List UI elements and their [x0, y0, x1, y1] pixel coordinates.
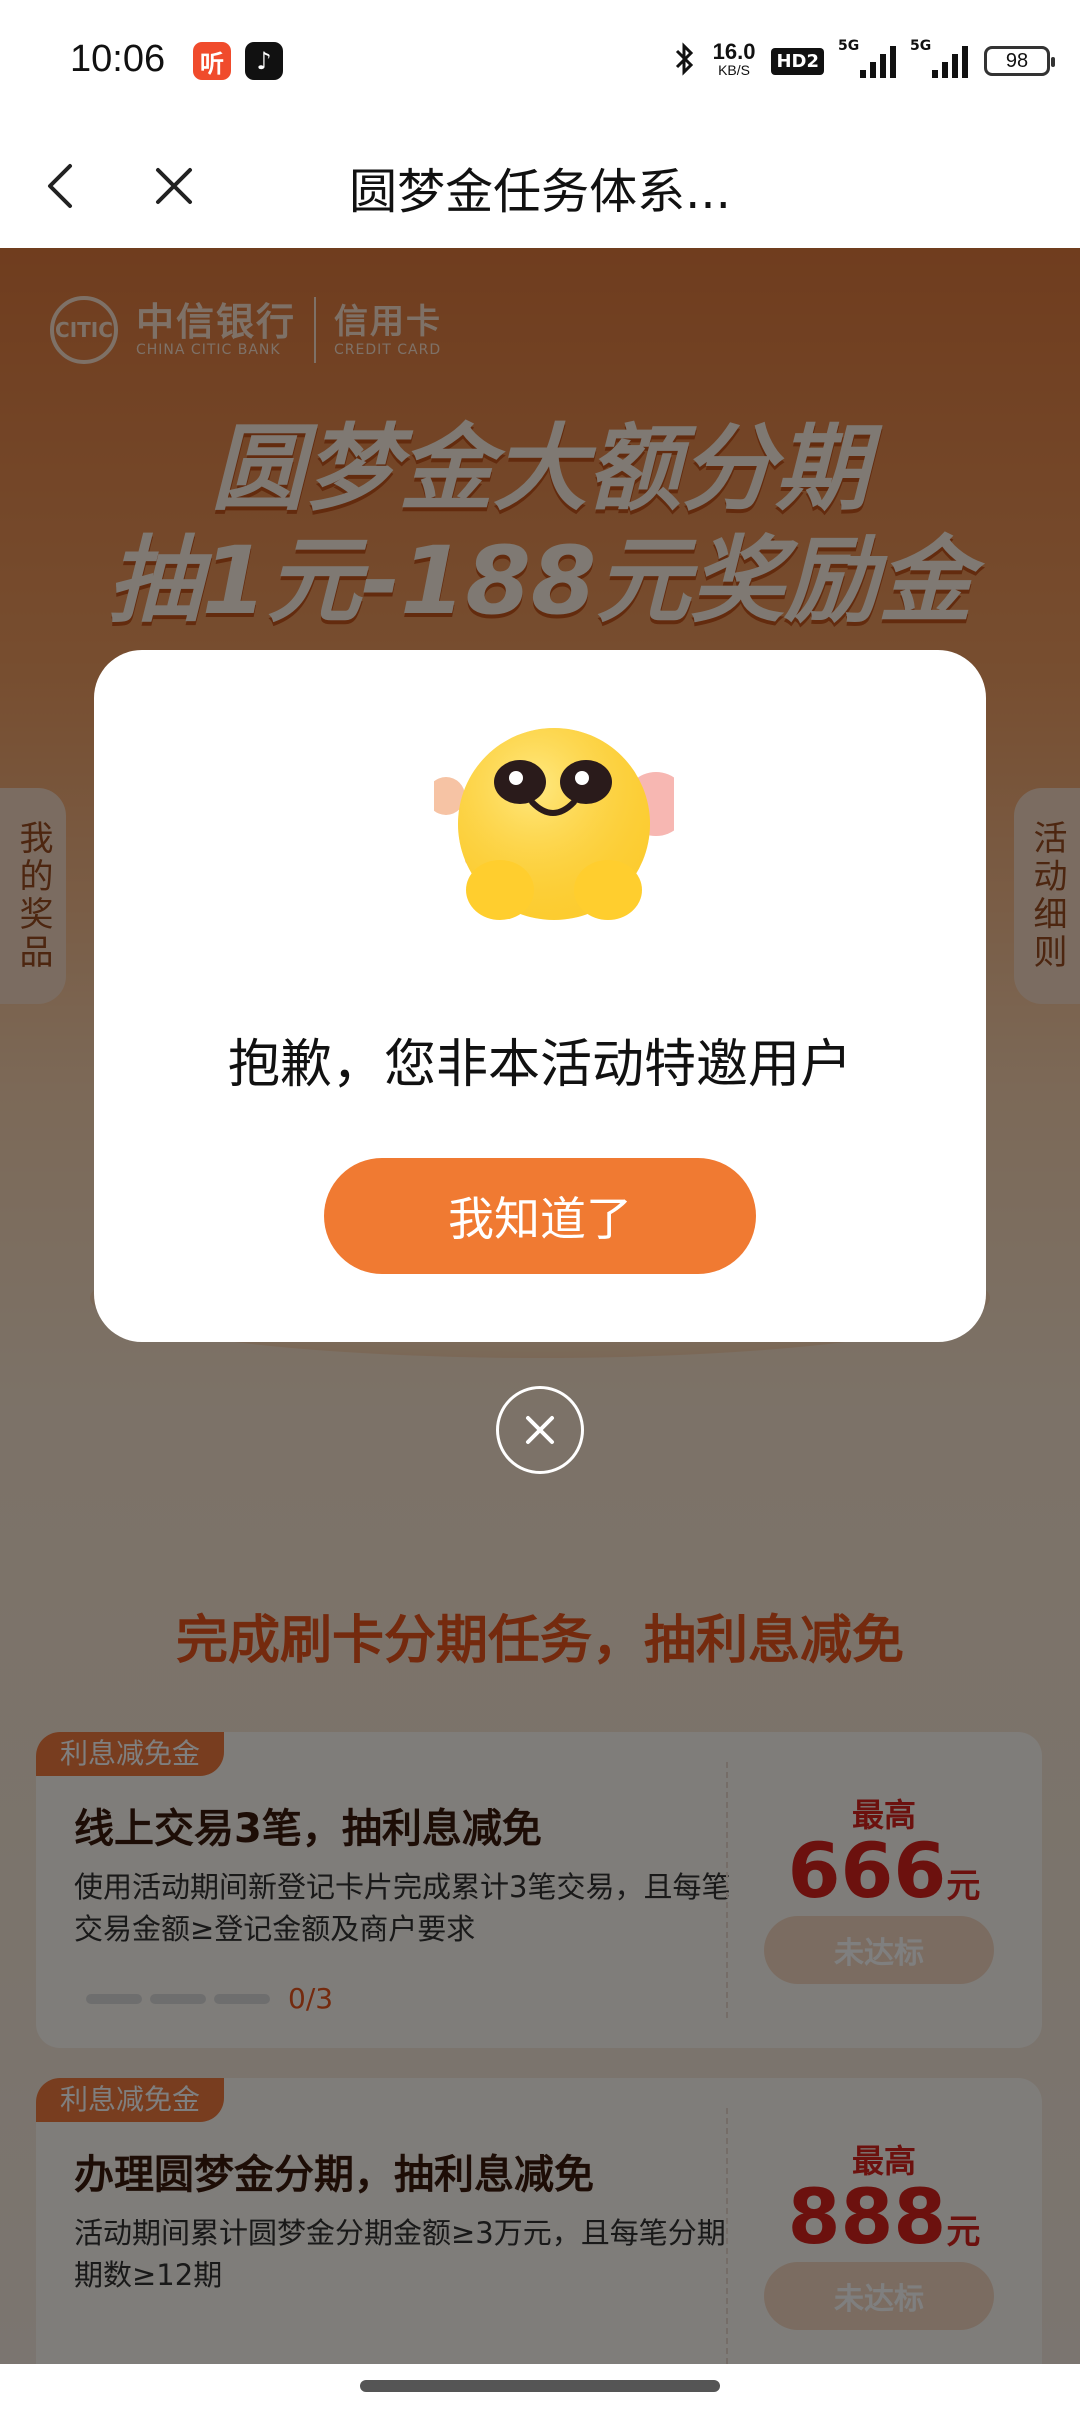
- tiktok-app-icon: ♪: [245, 42, 283, 80]
- navigation-bar: 圆梦金任务体系...: [0, 124, 1080, 248]
- signal-strength-icon: 5G: [838, 38, 896, 78]
- dialog-close-button[interactable]: [496, 1386, 584, 1474]
- battery-level: 98: [1005, 49, 1029, 72]
- signal-strength-icon-2: 5G: [910, 38, 968, 78]
- close-icon: [156, 168, 192, 204]
- status-indicators: 16.0 KB/S HD2 5G 5G 98: [673, 38, 1055, 84]
- back-button[interactable]: [30, 154, 94, 218]
- status-time: 10:06: [70, 38, 166, 80]
- smiling-emoji-illustration: [434, 728, 674, 920]
- listen-app-icon: 听: [193, 42, 231, 80]
- dialog-message: 抱歉，您非本活动特邀用户: [227, 1035, 852, 1095]
- acknowledge-button[interactable]: 我知道了: [324, 1158, 756, 1274]
- status-bar: 10:06 听 ♪ 16.0 KB/S HD2 5G 5G 98: [0, 0, 1080, 124]
- close-button[interactable]: [142, 154, 206, 218]
- page-title: 圆梦金任务体系...: [349, 164, 731, 220]
- battery-icon: 98: [984, 46, 1055, 76]
- not-eligible-dialog: 抱歉，您非本活动特邀用户 我知道了: [94, 650, 986, 1342]
- system-navigation-area: [0, 2364, 1080, 2412]
- close-icon: [526, 1416, 554, 1444]
- hd-voice-icon: HD2: [771, 47, 824, 75]
- chevron-left-icon: [48, 164, 72, 208]
- network-speed: 16.0 KB/S: [712, 39, 756, 79]
- bluetooth-icon: [673, 42, 697, 80]
- gesture-bar[interactable]: [360, 2380, 720, 2392]
